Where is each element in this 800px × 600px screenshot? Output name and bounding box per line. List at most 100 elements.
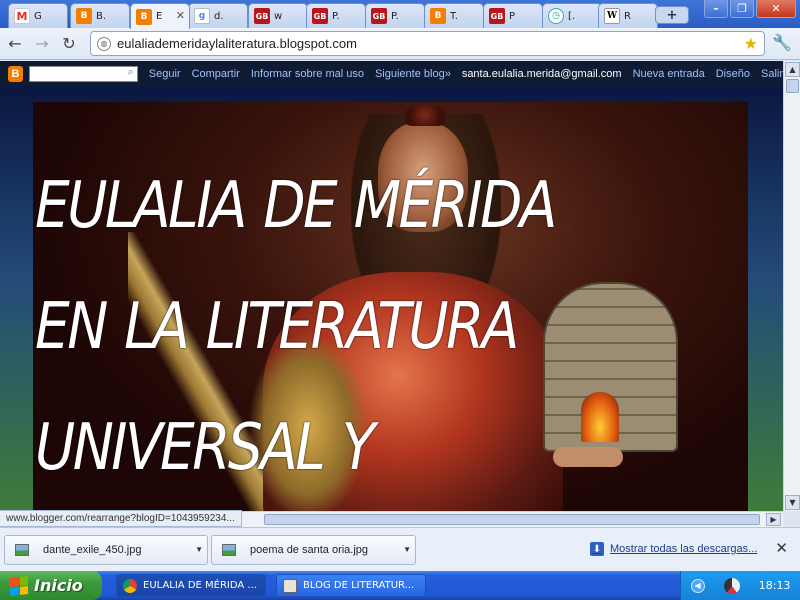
new-post-link[interactable]: Nueva entrada [633, 68, 705, 80]
tab-gmail[interactable]: M G [8, 3, 68, 28]
wrench-icon[interactable]: 🔧 [772, 33, 792, 52]
report-abuse-link[interactable]: Informar sobre mal uso [251, 68, 364, 80]
tab-label: E [156, 11, 163, 22]
url-text: eulaliademeridaylaliteratura.blogspot.co… [117, 36, 357, 51]
vertical-scrollbar[interactable]: ▲ ▼ [783, 61, 800, 511]
blogger-icon: B [136, 8, 152, 25]
blog-header-image: EULALIA DE MÉRIDA EN LA LITERATURA UNIVE… [33, 102, 748, 511]
download-filename: poema de santa oria.jpg [250, 544, 369, 556]
taskbar-item-label: BLOG DE LITERATUR... [303, 580, 415, 591]
tab-blog-active[interactable]: B E ✕ [130, 3, 190, 29]
restore-button[interactable]: ❐ [730, 0, 754, 18]
search-icon[interactable]: ⌕ [128, 66, 134, 79]
blog-title-line: EULALIA DE MÉRIDA [35, 169, 557, 243]
tab-label: G [34, 10, 42, 22]
close-window-button[interactable]: ✕ [756, 0, 796, 18]
tab-gb-1[interactable]: GB w [248, 3, 308, 28]
download-item[interactable]: poema de santa oria.jpg ▼ [211, 535, 416, 565]
tab-label: P. [332, 10, 340, 22]
scroll-right-arrow[interactable]: ▶ [766, 513, 781, 526]
status-bubble: www.blogger.com/rearrange?blogID=1043959… [0, 510, 242, 527]
minimize-button[interactable]: – [704, 0, 728, 18]
chevron-down-icon[interactable]: ▼ [195, 545, 203, 554]
new-tab-button[interactable]: + [655, 6, 689, 24]
download-item[interactable]: dante_exile_450.jpg ▼ [4, 535, 208, 565]
browser-toolbar: ← → ↻ ◍ eulaliademeridaylaliteratura.blo… [0, 28, 800, 60]
follow-link[interactable]: Seguir [149, 68, 181, 80]
tab-label: B. [96, 10, 107, 22]
tab-label: P. [391, 10, 399, 22]
tab-google[interactable]: g d. [188, 3, 248, 28]
tab-label: d. [214, 10, 224, 22]
taskbar-item-chrome[interactable]: EULALIA DE MÉRIDA ... [116, 574, 266, 597]
scroll-up-arrow[interactable]: ▲ [785, 62, 800, 77]
tab-wikipedia[interactable]: W R [598, 3, 658, 28]
back-button[interactable]: ← [3, 32, 27, 56]
window-icon [283, 578, 297, 593]
clock[interactable]: 18:13 [759, 579, 791, 592]
blog-title[interactable]: EULALIA DE MÉRIDA EN LA LITERATURA UNIVE… [35, 146, 637, 509]
horizontal-scroll-thumb[interactable] [264, 514, 760, 525]
star-icon[interactable]: ★ [744, 34, 758, 53]
tab-blogger-b[interactable]: B B. [70, 3, 130, 28]
tab-gb-3[interactable]: GB P. [365, 3, 425, 28]
window-controls: – ❐ ✕ [704, 0, 796, 18]
blog-search-input[interactable]: ⌕ [28, 65, 138, 82]
share-link[interactable]: Compartir [192, 68, 240, 80]
scroll-down-arrow[interactable]: ▼ [785, 495, 800, 510]
scroll-corner [783, 511, 800, 527]
clock-icon: ◷ [548, 8, 564, 24]
gb-icon: GB [312, 8, 328, 24]
chevron-down-icon[interactable]: ▼ [403, 545, 411, 554]
forward-button[interactable]: → [30, 32, 54, 56]
windows-logo-icon [10, 575, 28, 596]
chevron-left-icon[interactable]: ◀ [690, 578, 705, 593]
gmail-icon: M [14, 8, 30, 24]
blog-title-line: EN LA LITERATURA [35, 290, 519, 364]
tab-label: P [509, 10, 516, 22]
google-icon: g [194, 8, 210, 24]
next-blog-link[interactable]: Siguiente blog» [375, 68, 451, 80]
tray-app-icon[interactable] [723, 577, 740, 594]
gb-icon: GB [371, 8, 387, 24]
user-email: santa.eulalia.merida@gmail.com [461, 67, 622, 80]
design-link[interactable]: Diseño [716, 68, 750, 80]
reload-button[interactable]: ↻ [57, 32, 81, 56]
tab-label: T. [450, 10, 459, 22]
image-file-icon [15, 544, 29, 556]
blogger-icon: B [430, 8, 446, 24]
blogger-navbar: B ⌕ Seguir Compartir Informar sobre mal … [0, 61, 783, 86]
chrome-icon [123, 578, 137, 593]
tab-clock[interactable]: ◷ [. [542, 3, 602, 28]
taskbar-item-label: EULALIA DE MÉRIDA ... [143, 580, 257, 591]
blogger-icon: B [76, 8, 92, 24]
start-label: Inicio [34, 576, 83, 595]
page-content: EULALIA DE MÉRIDA EN LA LITERATURA UNIVE… [0, 86, 783, 511]
blog-title-line: UNIVERSAL Y [35, 411, 375, 485]
blogger-logo-icon[interactable]: B [8, 65, 23, 82]
tab-blogger-t[interactable]: B T. [424, 3, 484, 28]
taskbar-item-blog[interactable]: BLOG DE LITERATUR... [276, 574, 426, 597]
scroll-thumb[interactable] [786, 79, 799, 93]
close-icon[interactable]: ✕ [176, 9, 185, 22]
address-bar[interactable]: ◍ eulaliademeridaylaliteratura.blogspot.… [90, 31, 765, 56]
download-shelf: dante_exile_450.jpg ▼ poema de santa ori… [0, 527, 800, 571]
tab-gb-4[interactable]: GB P [483, 3, 543, 28]
tab-strip: M G B B. B E ✕ g d. GB w GB P. GB P. B T… [0, 0, 800, 29]
gb-icon: GB [489, 8, 505, 24]
tab-gb-2[interactable]: GB P. [306, 3, 366, 28]
download-filename: dante_exile_450.jpg [43, 544, 142, 556]
close-shelf-icon[interactable]: ✕ [775, 539, 788, 557]
download-arrow-icon: ⬇ [590, 542, 604, 556]
show-all-downloads-label: Mostrar todas las descargas... [610, 543, 758, 555]
tab-label: [. [568, 10, 576, 22]
gb-icon: GB [254, 8, 270, 24]
system-tray: ◀ 18:13 [680, 571, 800, 600]
image-file-icon [222, 544, 236, 556]
windows-taskbar: Inicio EULALIA DE MÉRIDA ... BLOG DE LIT… [0, 571, 800, 600]
show-all-downloads-link[interactable]: ⬇ Mostrar todas las descargas... [590, 542, 757, 556]
sign-out-link[interactable]: Salir [761, 68, 783, 80]
start-button[interactable]: Inicio [0, 571, 102, 600]
tab-label: w [274, 10, 283, 22]
tab-label: R [624, 10, 631, 22]
